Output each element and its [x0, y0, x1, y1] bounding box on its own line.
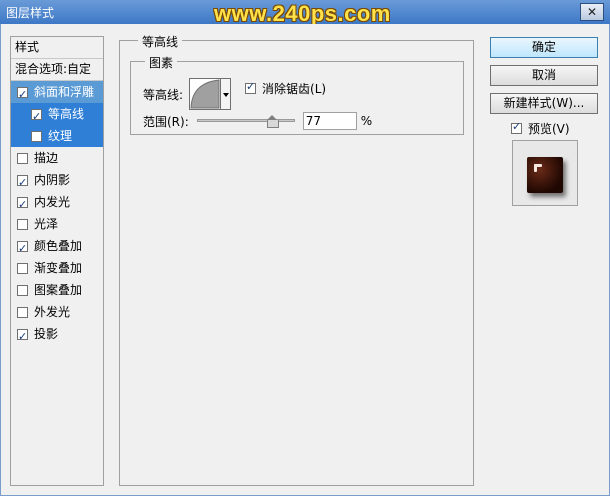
range-unit: % — [360, 114, 373, 128]
ok-button[interactable]: 确定 — [490, 37, 598, 58]
style-preview-thumbnail — [512, 140, 578, 206]
style-item-label: 等高线 — [48, 107, 85, 121]
style-item-label: 内发光 — [34, 195, 71, 209]
blend-options-item[interactable]: 混合选项:自定 — [11, 59, 103, 81]
contour-label: 等高线: — [143, 87, 184, 102]
style-item-checkbox[interactable] — [17, 306, 28, 318]
style-item[interactable]: 颜色叠加 — [11, 235, 103, 260]
style-item[interactable]: 等高线 — [11, 103, 103, 128]
elements-group: 图素 等高线: 消除锯齿(L) 范围(R): 77 % — [130, 54, 464, 135]
style-item-checkbox[interactable] — [17, 218, 28, 230]
range-slider-track — [196, 119, 295, 122]
range-input[interactable]: 77 — [302, 112, 357, 130]
preview-label: 预览(V) — [528, 122, 570, 136]
group-title: 图素 — [145, 54, 178, 71]
style-item-checkbox[interactable] — [17, 284, 28, 296]
style-item-checkbox[interactable] — [17, 172, 28, 194]
range-slider[interactable] — [196, 113, 295, 129]
contour-dropdown-arrow[interactable] — [221, 78, 232, 110]
style-list-header[interactable]: 样式 — [11, 37, 103, 59]
style-item-checkbox[interactable] — [17, 194, 28, 216]
style-item-checkbox[interactable] — [31, 106, 42, 128]
antialias-checkbox[interactable] — [245, 80, 257, 94]
preview-toggle[interactable]: 预览(V) — [511, 120, 570, 137]
new-style-button[interactable]: 新建样式(W)... — [490, 93, 598, 114]
style-item-checkbox[interactable] — [17, 152, 28, 164]
contour-panel: 等高线 图素 等高线: 消除锯齿(L) 范围(R): 77 % — [119, 33, 474, 486]
contour-picker[interactable] — [189, 78, 222, 110]
title-bar: 图层样式 www.240ps.com ✕ — [0, 0, 610, 26]
style-item[interactable]: 投影 — [11, 323, 103, 348]
style-item-label: 光泽 — [34, 217, 59, 231]
style-item-label: 纹理 — [48, 129, 73, 143]
style-item-label: 颜色叠加 — [34, 239, 83, 253]
style-list: 样式 混合选项:自定 斜面和浮雕等高线纹理描边内阴影内发光光泽颜色叠加渐变叠加图… — [10, 36, 104, 486]
style-item-label: 渐变叠加 — [34, 261, 83, 275]
range-slider-thumb[interactable] — [267, 115, 280, 128]
style-item-checkbox[interactable] — [17, 326, 28, 348]
close-button[interactable]: ✕ — [580, 3, 604, 21]
style-item[interactable]: 内阴影 — [11, 169, 103, 194]
cancel-button[interactable]: 取消 — [490, 65, 598, 86]
antialias-label: 消除锯齿(L) — [262, 81, 327, 96]
style-item[interactable]: 外发光 — [11, 301, 103, 323]
style-item-label: 斜面和浮雕 — [34, 85, 95, 99]
style-item[interactable]: 光泽 — [11, 213, 103, 235]
style-item-label: 描边 — [34, 151, 59, 165]
preview-checkbox[interactable] — [511, 120, 522, 134]
style-item-label: 图案叠加 — [34, 283, 83, 297]
style-item-label: 内阴影 — [34, 173, 71, 187]
panel-title: 等高线 — [138, 33, 183, 50]
style-item[interactable]: 描边 — [11, 147, 103, 169]
style-item[interactable]: 纹理 — [11, 125, 103, 147]
contour-curve-icon — [190, 79, 220, 109]
style-item-checkbox[interactable] — [17, 238, 28, 260]
style-item[interactable]: 内发光 — [11, 191, 103, 216]
style-item-label: 投影 — [34, 327, 59, 341]
style-item[interactable]: 渐变叠加 — [11, 257, 103, 279]
style-item-checkbox[interactable] — [17, 84, 28, 106]
antialias-toggle[interactable]: 消除锯齿(L) — [245, 80, 326, 97]
style-item-checkbox[interactable] — [17, 262, 28, 274]
window-title: 图层样式 — [6, 6, 55, 20]
style-item[interactable]: 斜面和浮雕 — [11, 81, 103, 106]
style-item-checkbox[interactable] — [31, 130, 42, 142]
style-item-label: 外发光 — [34, 305, 71, 319]
range-label: 范围(R): — [143, 114, 189, 129]
style-item[interactable]: 图案叠加 — [11, 279, 103, 301]
preview-swatch — [527, 157, 563, 193]
